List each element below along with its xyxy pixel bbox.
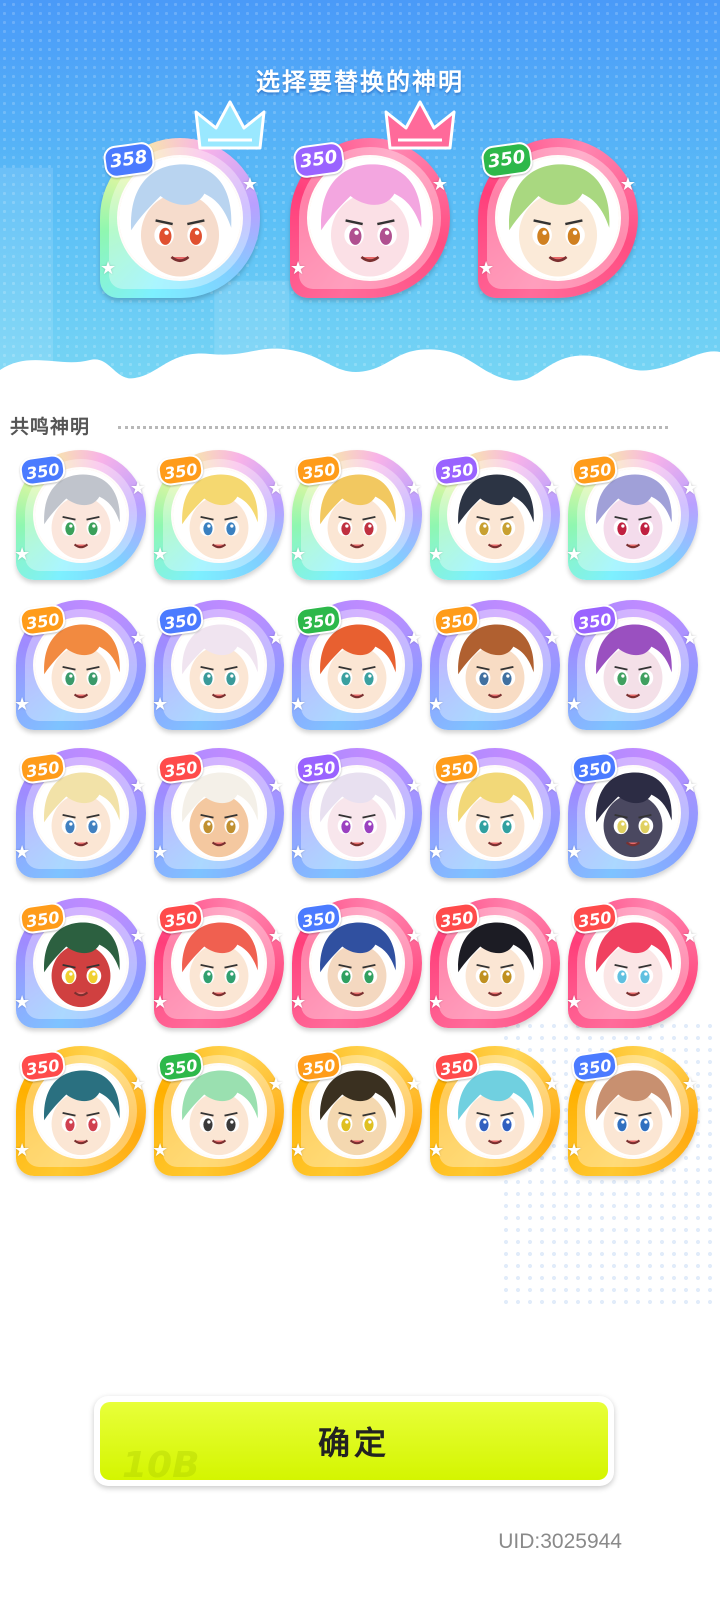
star-icon: ★ — [290, 992, 307, 1013]
star-icon: ★ — [431, 174, 448, 195]
star-icon: ★ — [681, 1074, 698, 1095]
deity-card[interactable]: 350 ★ ★ — [14, 898, 146, 1028]
banner-title: 选择要替换的神明 — [256, 68, 464, 96]
star-icon: ★ — [428, 544, 445, 565]
star-icon: ★ — [267, 1074, 284, 1095]
character-portrait — [309, 157, 431, 279]
section-title: 共鸣神明 — [10, 416, 91, 438]
deity-card[interactable]: 350 ★ ★ — [428, 450, 560, 580]
star-icon: ★ — [405, 628, 422, 649]
star-icon: ★ — [129, 478, 146, 499]
star-icon: ★ — [543, 926, 560, 947]
star-icon: ★ — [129, 776, 146, 797]
star-icon: ★ — [290, 1140, 307, 1161]
deity-card[interactable]: 350 ★ ★ — [152, 450, 284, 580]
uid-text: UID:3025944 — [498, 1530, 622, 1553]
star-icon: ★ — [152, 842, 169, 863]
deity-card[interactable]: 350 ★ ★ — [14, 600, 146, 730]
star-icon: ★ — [14, 544, 31, 565]
deity-card[interactable]: 350 ★ ★ — [14, 748, 146, 878]
character-portrait — [119, 157, 241, 279]
deity-card[interactable]: 350 ★ ★ — [290, 748, 422, 878]
star-icon: ★ — [566, 1140, 583, 1161]
star-icon: ★ — [405, 776, 422, 797]
confirm-button-frame: 10B 确定 — [94, 1396, 614, 1486]
deity-card[interactable]: 350 ★ ★ — [566, 748, 698, 878]
deity-card[interactable]: 350 ★ ★ — [428, 898, 560, 1028]
deity-card[interactable]: 350 ★ ★ — [152, 898, 284, 1028]
section-divider — [118, 426, 668, 429]
star-icon: ★ — [100, 258, 117, 279]
star-icon: ★ — [681, 478, 698, 499]
star-icon: ★ — [14, 1140, 31, 1161]
star-icon: ★ — [543, 1074, 560, 1095]
button-decoration: 10B — [122, 1445, 200, 1480]
deity-grid: 350 ★ ★ 350 ★ ★ 350 ★ ★ 350 ★ ★ 350 ★ ★ … — [0, 450, 720, 1210]
star-icon: ★ — [14, 992, 31, 1013]
deity-card[interactable]: 350 ★ ★ — [566, 1046, 698, 1176]
star-icon: ★ — [405, 478, 422, 499]
deity-card[interactable]: 350 ★ ★ — [290, 1046, 422, 1176]
deity-card[interactable]: 350 ★ ★ — [290, 450, 422, 580]
star-icon: ★ — [405, 1074, 422, 1095]
star-icon: ★ — [290, 544, 307, 565]
deity-card[interactable]: 350 ★ ★ — [152, 748, 284, 878]
deity-card[interactable]: 350 ★ ★ — [566, 600, 698, 730]
star-icon: ★ — [14, 694, 31, 715]
star-icon: ★ — [267, 628, 284, 649]
star-icon: ★ — [267, 926, 284, 947]
star-icon: ★ — [428, 842, 445, 863]
star-icon: ★ — [619, 174, 636, 195]
star-icon: ★ — [405, 926, 422, 947]
confirm-button[interactable]: 10B 确定 — [100, 1402, 608, 1480]
star-icon: ★ — [478, 258, 495, 279]
deity-card[interactable]: 350 ★ ★ — [14, 1046, 146, 1176]
deity-card[interactable]: 350 ★ ★ — [152, 600, 284, 730]
star-icon: ★ — [290, 694, 307, 715]
deity-card[interactable]: 350 ★ ★ — [152, 1046, 284, 1176]
deity-card[interactable]: 350 ★ ★ — [14, 450, 146, 580]
star-icon: ★ — [428, 694, 445, 715]
deity-card[interactable]: 350 ★ ★ — [290, 898, 422, 1028]
star-icon: ★ — [681, 776, 698, 797]
character-portrait — [497, 157, 619, 279]
star-icon: ★ — [129, 628, 146, 649]
crown-icon — [384, 100, 456, 150]
star-icon: ★ — [566, 694, 583, 715]
star-icon: ★ — [267, 776, 284, 797]
star-icon: ★ — [543, 628, 560, 649]
star-icon: ★ — [428, 992, 445, 1013]
star-icon: ★ — [566, 544, 583, 565]
star-icon: ★ — [681, 628, 698, 649]
selected-deity-card[interactable]: 350 ★ ★ — [478, 138, 638, 298]
deity-card[interactable]: 350 ★ ★ — [428, 1046, 560, 1176]
deity-card[interactable]: 350 ★ ★ — [566, 450, 698, 580]
star-icon: ★ — [14, 842, 31, 863]
star-icon: ★ — [152, 1140, 169, 1161]
confirm-button-label: 确定 — [317, 1424, 390, 1462]
star-icon: ★ — [267, 478, 284, 499]
star-icon: ★ — [543, 776, 560, 797]
star-icon: ★ — [241, 174, 258, 195]
crown-icon — [194, 100, 266, 150]
star-icon: ★ — [290, 842, 307, 863]
star-icon: ★ — [152, 694, 169, 715]
star-icon: ★ — [566, 842, 583, 863]
star-icon: ★ — [152, 992, 169, 1013]
star-icon: ★ — [129, 926, 146, 947]
star-icon: ★ — [428, 1140, 445, 1161]
star-icon: ★ — [681, 926, 698, 947]
deity-card[interactable]: 350 ★ ★ — [566, 898, 698, 1028]
selected-deity-card[interactable]: 358 ★ ★ — [100, 100, 266, 298]
deity-card[interactable]: 350 ★ ★ — [290, 600, 422, 730]
star-icon: ★ — [543, 478, 560, 499]
star-icon: ★ — [129, 1074, 146, 1095]
deity-card[interactable]: 350 ★ ★ — [428, 748, 560, 878]
drip-divider — [0, 348, 720, 410]
star-icon: ★ — [566, 992, 583, 1013]
star-icon: ★ — [290, 258, 307, 279]
deity-card[interactable]: 350 ★ ★ — [428, 600, 560, 730]
star-icon: ★ — [152, 544, 169, 565]
selected-deity-card[interactable]: 350 ★ ★ — [290, 100, 456, 298]
